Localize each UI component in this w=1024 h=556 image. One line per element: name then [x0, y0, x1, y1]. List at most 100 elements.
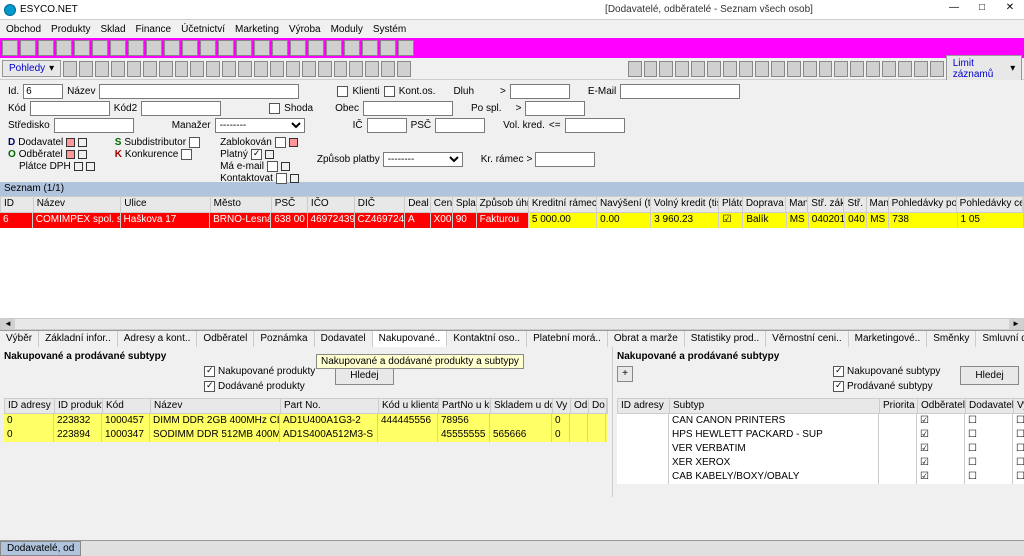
view-button[interactable]	[723, 61, 737, 77]
krramec-input[interactable]	[535, 152, 595, 167]
kod-input[interactable]	[30, 101, 110, 116]
pohledy-dropdown[interactable]: Pohledy ▾	[2, 60, 61, 77]
grid-col-header[interactable]: Plátc	[719, 197, 743, 212]
view-button[interactable]	[787, 61, 801, 77]
tab[interactable]: Kontaktní oso..	[447, 331, 527, 347]
left-grid-col[interactable]: ID adresy	[5, 399, 55, 413]
grid-col-header[interactable]: IČO	[308, 197, 355, 212]
kontaktovat-cb[interactable]	[276, 173, 287, 184]
grid-col-header[interactable]: Název	[34, 197, 122, 212]
toolbar-button[interactable]	[344, 40, 360, 56]
grid-cell[interactable]: MS	[787, 213, 809, 228]
view-button[interactable]	[127, 61, 141, 77]
left-grid-body[interactable]: 02238321000457DIMM DDR 2GB 400MHz CLAD1U…	[4, 414, 608, 442]
view-button[interactable]	[365, 61, 379, 77]
toolbar-button[interactable]	[326, 40, 342, 56]
color-box[interactable]	[66, 138, 75, 147]
menu-produkty[interactable]: Produkty	[51, 24, 90, 35]
view-button[interactable]	[397, 61, 411, 77]
grid-col-header[interactable]: Město	[211, 197, 272, 212]
view-button[interactable]	[644, 61, 658, 77]
view-button[interactable]	[238, 61, 252, 77]
toolbar-button[interactable]	[2, 40, 18, 56]
add-button[interactable]: +	[617, 366, 633, 382]
grid-col-header[interactable]: Kreditní rámec (tis.)	[529, 197, 597, 212]
pospl-input[interactable]	[525, 101, 585, 116]
view-button[interactable]	[63, 61, 77, 77]
toolbar-button[interactable]	[92, 40, 108, 56]
right-grid-row[interactable]: CAN CANON PRINTERS☑☐☐0.00	[617, 414, 1024, 428]
color-box[interactable]	[86, 162, 95, 171]
left-grid-col[interactable]: Od	[571, 399, 589, 413]
grid-col-header[interactable]: PSČ	[272, 197, 308, 212]
color-box[interactable]	[74, 162, 83, 171]
menu-vyroba[interactable]: Výroba	[289, 24, 321, 35]
view-button[interactable]	[675, 61, 689, 77]
right-grid-col[interactable]: Subtyp	[670, 399, 880, 413]
view-button[interactable]	[334, 61, 348, 77]
menu-obchod[interactable]: Obchod	[6, 24, 41, 35]
grid-cell[interactable]: 638 00	[271, 213, 307, 228]
view-button[interactable]	[95, 61, 109, 77]
view-button[interactable]	[222, 61, 236, 77]
manazer-select[interactable]: --------	[215, 118, 305, 133]
nakupovane-subtypy-cb[interactable]	[833, 366, 844, 377]
grid-cell[interactable]: BRNO-Lesná	[210, 213, 271, 228]
toolbar-button[interactable]	[272, 40, 288, 56]
view-button[interactable]	[707, 61, 721, 77]
menu-sklad[interactable]: Sklad	[101, 24, 126, 35]
right-grid-col[interactable]: Priorita	[880, 399, 918, 413]
menu-moduly[interactable]: Moduly	[331, 24, 363, 35]
grid-cell[interactable]: 6	[0, 213, 33, 228]
platny-cb[interactable]	[251, 149, 262, 160]
grid-cell[interactable]: A	[405, 213, 431, 228]
view-button[interactable]	[318, 61, 332, 77]
left-grid-row[interactable]: 02238941000347SODIMM DDR 512MB 400MHAD1S…	[4, 428, 608, 442]
shoda-checkbox[interactable]	[269, 103, 280, 114]
minimize-button[interactable]: —	[944, 2, 964, 17]
toolbar-button[interactable]	[182, 40, 198, 56]
toolbar-button[interactable]	[362, 40, 378, 56]
color-box[interactable]	[78, 138, 87, 147]
color-box[interactable]	[290, 174, 299, 183]
toolbar-button[interactable]	[74, 40, 90, 56]
grid-cell[interactable]: 738	[889, 213, 957, 228]
tab[interactable]: Odběratel	[197, 331, 254, 347]
toolbar-button[interactable]	[218, 40, 234, 56]
grid-body[interactable]: 6COMIMPEX spol. s r.o.Haškova 17BRNO-Les…	[0, 213, 1024, 318]
right-grid-row[interactable]: XER XEROX☑☐☐0.00	[617, 456, 1024, 470]
right-grid-row[interactable]: VER VERBATIM☑☐☐0.00	[617, 442, 1024, 456]
right-grid-body[interactable]: CAN CANON PRINTERS☑☐☐0.00HPS HEWLETT PAC…	[617, 414, 1024, 484]
left-grid-col[interactable]: PartNo u klie	[439, 399, 491, 413]
horizontal-scrollbar[interactable]: ◄ ►	[0, 318, 1024, 330]
color-box[interactable]	[66, 150, 75, 159]
grid-cell[interactable]: Balík	[743, 213, 786, 228]
obec-input[interactable]	[363, 101, 453, 116]
left-grid-col[interactable]: Kód	[103, 399, 151, 413]
grid-col-header[interactable]: DIČ	[355, 197, 405, 212]
toolbar-button[interactable]	[290, 40, 306, 56]
view-button[interactable]	[159, 61, 173, 77]
tab[interactable]: Adresy a kont..	[118, 331, 198, 347]
ic-input[interactable]	[367, 118, 407, 133]
tab[interactable]: Obrat a marže	[608, 331, 685, 347]
stredisko-input[interactable]	[54, 118, 134, 133]
tab[interactable]: Věrnostní ceni..	[766, 331, 848, 347]
grid-cell[interactable]: COMIMPEX spol. s r.o.	[33, 213, 121, 228]
view-button[interactable]	[349, 61, 363, 77]
id-input[interactable]	[23, 84, 63, 99]
menu-ucetnictvi[interactable]: Účetnictví	[181, 24, 225, 35]
grid-cell[interactable]: 90	[453, 213, 477, 228]
tab[interactable]: Výběr	[0, 331, 39, 347]
grid-col-header[interactable]: Cen	[431, 197, 453, 212]
grid-cell[interactable]: 1 05	[958, 213, 1024, 228]
psc-input[interactable]	[435, 118, 485, 133]
view-button[interactable]	[771, 61, 785, 77]
grid-col-header[interactable]: Způsob úhrady	[477, 197, 529, 212]
toolbar-button[interactable]	[110, 40, 126, 56]
view-button[interactable]	[914, 61, 928, 77]
grid-col-header[interactable]: Pohledávky celke	[957, 197, 1023, 212]
left-grid-col[interactable]: Part No.	[281, 399, 379, 413]
view-button[interactable]	[659, 61, 673, 77]
grid-cell[interactable]: Fakturou	[477, 213, 529, 228]
